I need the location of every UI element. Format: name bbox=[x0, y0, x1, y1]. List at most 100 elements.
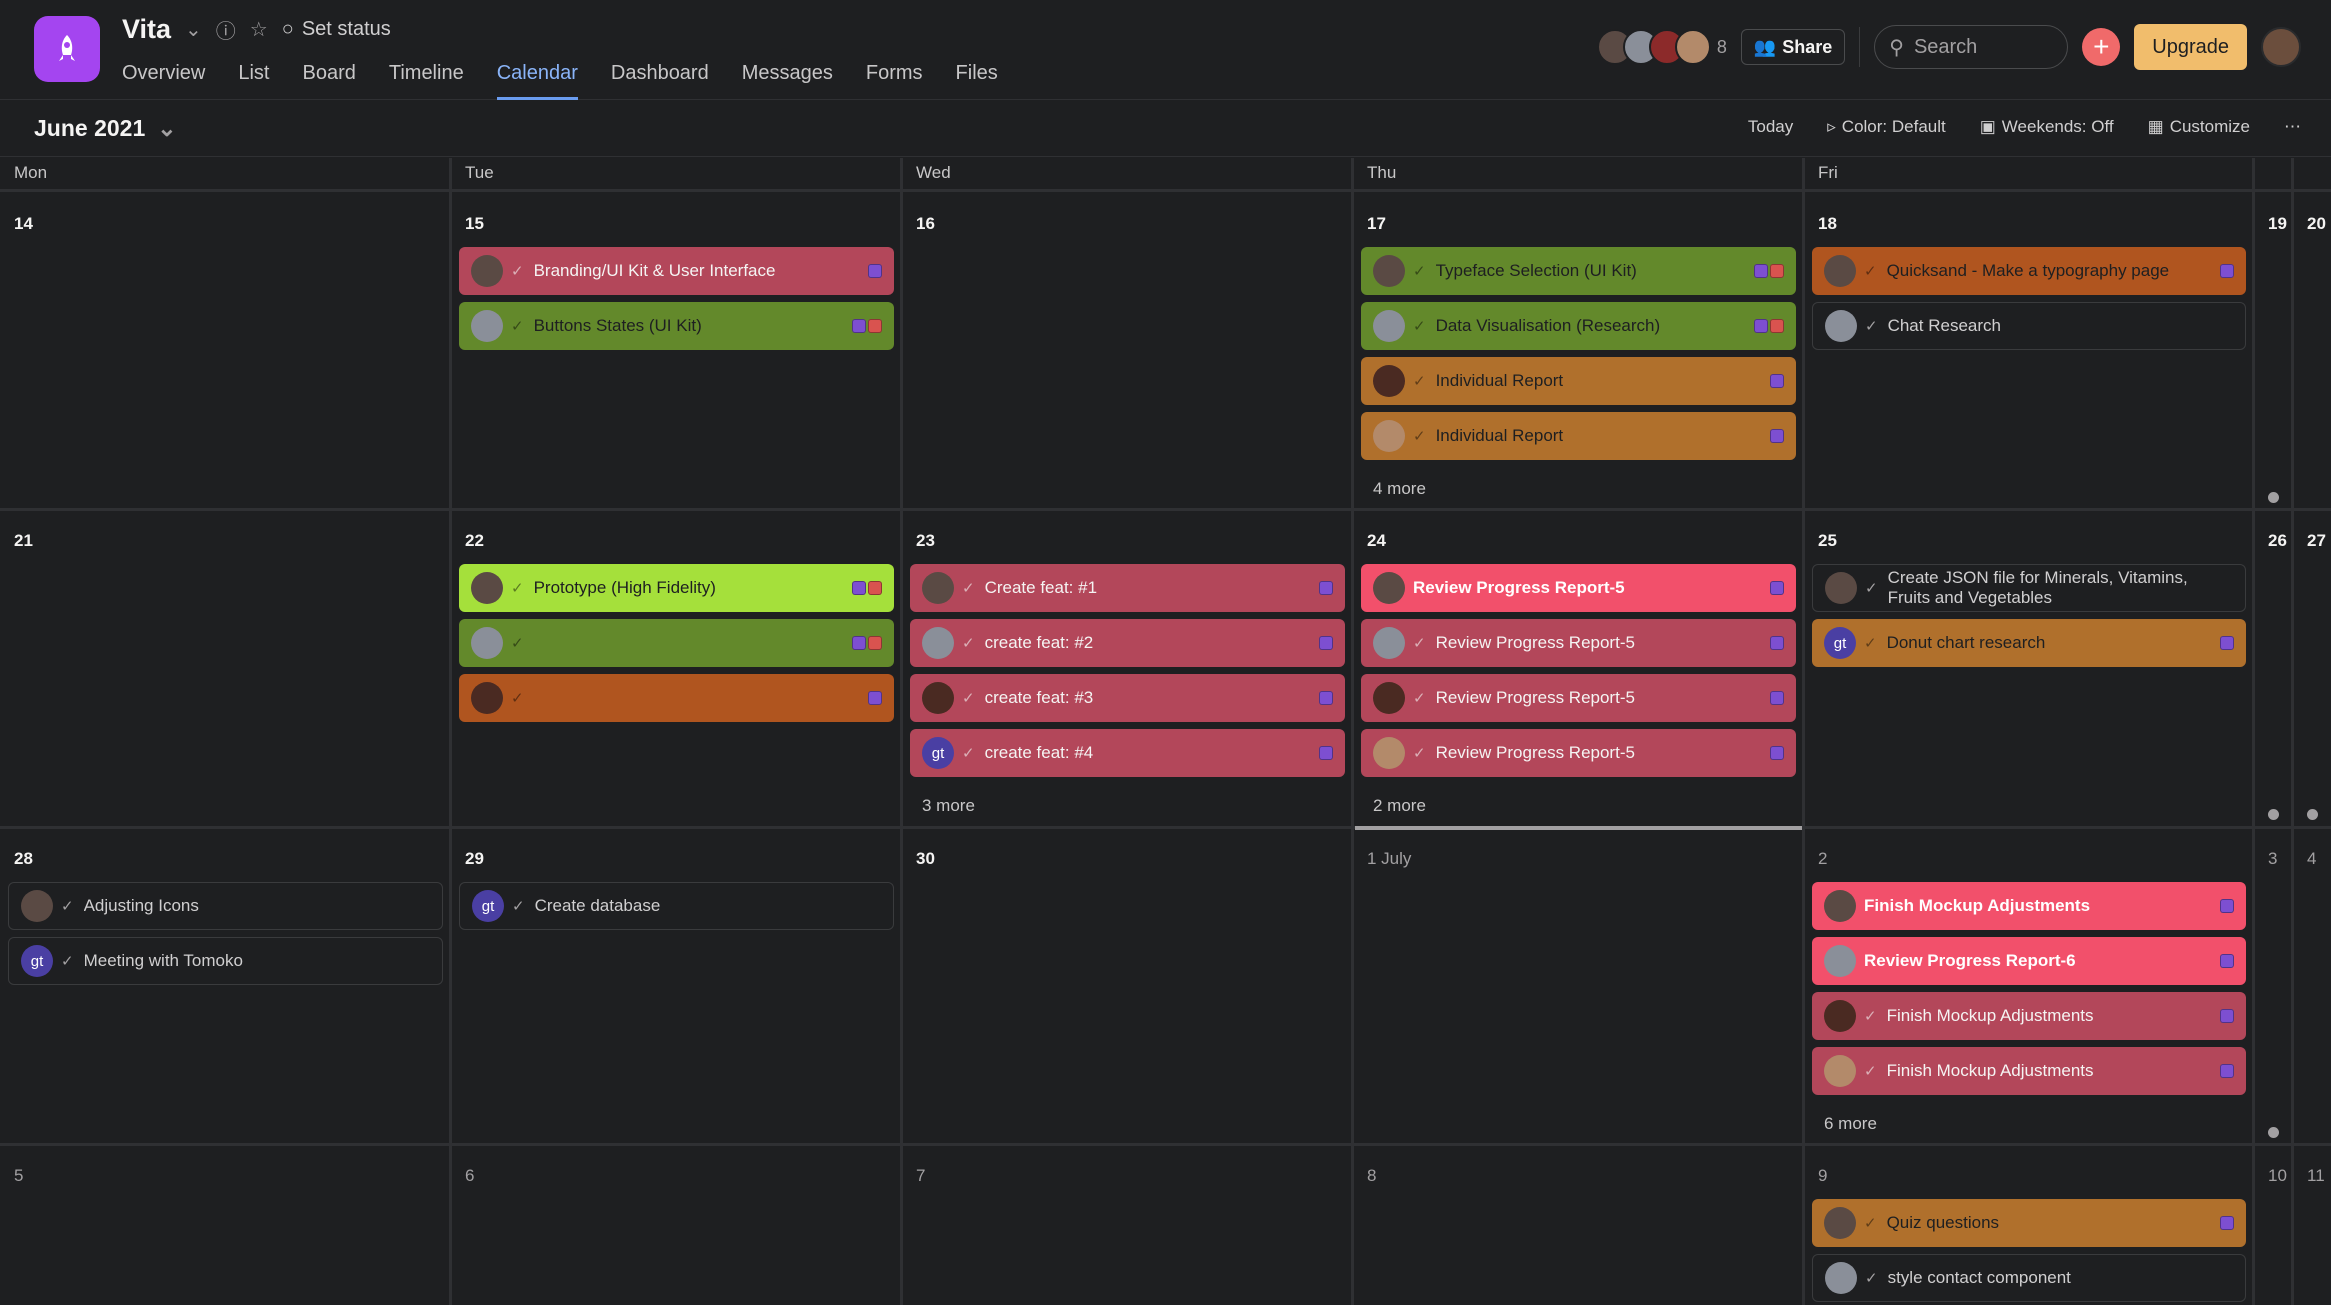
tab-board[interactable]: Board bbox=[302, 60, 355, 100]
check-icon[interactable]: ✓ bbox=[1413, 689, 1426, 707]
avatar bbox=[1373, 627, 1405, 659]
date-label: 14 bbox=[14, 214, 33, 233]
task-card[interactable]: gt ✓ create feat: #4 bbox=[910, 729, 1345, 777]
more-options-icon[interactable]: ⋯ bbox=[2284, 117, 2301, 137]
tab-overview[interactable]: Overview bbox=[122, 60, 205, 100]
check-icon[interactable]: ✓ bbox=[1413, 262, 1426, 280]
task-card[interactable]: ✓ Review Progress Report-5 bbox=[1361, 674, 1796, 722]
task-card[interactable]: Review Progress Report-5 bbox=[1361, 564, 1796, 612]
more-link[interactable]: 4 more bbox=[1373, 479, 1426, 499]
check-icon[interactable]: ✓ bbox=[1864, 1007, 1877, 1025]
weekend-task-dot[interactable] bbox=[2268, 1127, 2279, 1138]
check-icon[interactable]: ✓ bbox=[962, 689, 975, 707]
check-icon[interactable]: ✓ bbox=[962, 634, 975, 652]
check-icon[interactable]: ✓ bbox=[1413, 634, 1426, 652]
task-card[interactable]: ✓ Review Progress Report-5 bbox=[1361, 729, 1796, 777]
task-card[interactable]: ✓ Typeface Selection (UI Kit) bbox=[1361, 247, 1796, 295]
task-card[interactable]: gt ✓ Meeting with Tomoko bbox=[8, 937, 443, 985]
color-button[interactable]: ▹ Color: Default bbox=[1827, 117, 1945, 137]
task-card[interactable]: ✓ Create feat: #1 bbox=[910, 564, 1345, 612]
task-card[interactable]: ✓ Quicksand - Make a typography page bbox=[1812, 247, 2246, 295]
chevron-down-icon[interactable]: ⌄ bbox=[185, 17, 202, 42]
check-icon[interactable]: ✓ bbox=[1864, 1062, 1877, 1080]
tab-forms[interactable]: Forms bbox=[866, 60, 923, 100]
info-icon[interactable]: ⓘ bbox=[216, 15, 236, 44]
upgrade-button[interactable]: Upgrade bbox=[2134, 24, 2247, 70]
task-card[interactable]: ✓ Quiz questions bbox=[1812, 1199, 2246, 1247]
task-card[interactable]: ✓ create feat: #2 bbox=[910, 619, 1345, 667]
check-icon[interactable]: ✓ bbox=[61, 897, 74, 915]
month-selector[interactable]: June 2021 ⌄ bbox=[34, 115, 177, 142]
check-icon[interactable]: ✓ bbox=[1413, 372, 1426, 390]
task-card[interactable]: ✓ Branding/UI Kit & User Interface bbox=[459, 247, 894, 295]
share-button[interactable]: 👥 Share bbox=[1740, 29, 1846, 65]
check-icon[interactable]: ✓ bbox=[1413, 427, 1426, 445]
check-icon[interactable]: ✓ bbox=[511, 317, 524, 335]
weekend-task-dot[interactable] bbox=[2268, 492, 2279, 503]
weekend-task-dot[interactable] bbox=[2268, 809, 2279, 820]
task-card[interactable]: Finish Mockup Adjustments bbox=[1812, 882, 2246, 930]
tab-timeline[interactable]: Timeline bbox=[389, 60, 464, 100]
check-icon[interactable]: ✓ bbox=[1413, 744, 1426, 762]
today-indicator bbox=[1355, 826, 1802, 830]
check-icon[interactable]: ✓ bbox=[512, 897, 525, 915]
check-icon[interactable]: ✓ bbox=[511, 262, 524, 280]
task-label: Create feat: #1 bbox=[984, 578, 1098, 597]
tab-list[interactable]: List bbox=[238, 60, 269, 100]
tab-dashboard[interactable]: Dashboard bbox=[611, 60, 709, 100]
task-card[interactable]: ✓ bbox=[459, 674, 894, 722]
more-link[interactable]: 6 more bbox=[1824, 1114, 1877, 1134]
more-link[interactable]: 2 more bbox=[1373, 796, 1426, 816]
user-avatar[interactable] bbox=[2261, 27, 2301, 67]
task-card[interactable]: ✓ Prototype (High Fidelity) bbox=[459, 564, 894, 612]
task-card[interactable]: gt ✓ Create database bbox=[459, 882, 894, 930]
date-label: 11 bbox=[2307, 1166, 2325, 1185]
task-card[interactable]: ✓ Buttons States (UI Kit) bbox=[459, 302, 894, 350]
check-icon[interactable]: ✓ bbox=[1865, 579, 1878, 597]
check-icon[interactable]: ✓ bbox=[511, 579, 524, 597]
weekend-task-dot[interactable] bbox=[2307, 809, 2318, 820]
task-card[interactable]: gt ✓ Donut chart research bbox=[1812, 619, 2246, 667]
task-card[interactable]: ✓ style contact component bbox=[1812, 1254, 2246, 1302]
task-card[interactable]: ✓ Finish Mockup Adjustments bbox=[1812, 1047, 2246, 1095]
check-icon[interactable]: ✓ bbox=[61, 952, 74, 970]
tag-swatch bbox=[1770, 691, 1784, 705]
task-card[interactable]: ✓ Finish Mockup Adjustments bbox=[1812, 992, 2246, 1040]
tab-files[interactable]: Files bbox=[956, 60, 998, 100]
star-icon[interactable]: ☆ bbox=[250, 17, 268, 42]
avatar: gt bbox=[1824, 627, 1856, 659]
check-icon[interactable]: ✓ bbox=[511, 689, 524, 707]
project-name[interactable]: Vita bbox=[122, 14, 171, 45]
tab-calendar[interactable]: Calendar bbox=[496, 60, 578, 100]
task-card[interactable]: ✓ Individual Report bbox=[1361, 357, 1796, 405]
member-avatars[interactable]: 8 bbox=[1596, 29, 1727, 65]
more-link[interactable]: 3 more bbox=[922, 796, 975, 816]
task-card[interactable]: ✓ Chat Research bbox=[1812, 302, 2246, 350]
task-card[interactable]: ✓ Create JSON file for Minerals, Vitamins… bbox=[1812, 564, 2246, 612]
check-icon[interactable]: ✓ bbox=[962, 744, 975, 762]
customize-button[interactable]: ▦ Customize bbox=[2148, 117, 2250, 137]
tab-messages[interactable]: Messages bbox=[742, 60, 833, 100]
task-card[interactable]: ✓ create feat: #3 bbox=[910, 674, 1345, 722]
check-icon[interactable]: ✓ bbox=[1865, 317, 1878, 335]
set-status-button[interactable]: ○ Set status bbox=[282, 18, 391, 41]
check-icon[interactable]: ✓ bbox=[962, 579, 975, 597]
weekends-button[interactable]: ▣ Weekends: Off bbox=[1980, 117, 2114, 137]
check-icon[interactable]: ✓ bbox=[1864, 262, 1877, 280]
month-label: June 2021 bbox=[34, 115, 146, 141]
task-card[interactable]: ✓ Individual Report bbox=[1361, 412, 1796, 460]
task-card[interactable]: ✓ Adjusting Icons bbox=[8, 882, 443, 930]
search-input[interactable]: ⚲ Search bbox=[1874, 25, 2069, 69]
quick-add-button[interactable]: + bbox=[2082, 28, 2121, 66]
today-button[interactable]: Today bbox=[1748, 117, 1793, 137]
task-card[interactable]: Review Progress Report-6 bbox=[1812, 937, 2246, 985]
check-icon[interactable]: ✓ bbox=[1864, 634, 1877, 652]
check-icon[interactable]: ✓ bbox=[511, 634, 524, 652]
check-icon[interactable]: ✓ bbox=[1865, 1269, 1878, 1287]
task-card[interactable]: ✓ Data Visualisation (Research) bbox=[1361, 302, 1796, 350]
project-logo-icon[interactable] bbox=[34, 16, 100, 82]
check-icon[interactable]: ✓ bbox=[1864, 1214, 1877, 1232]
check-icon[interactable]: ✓ bbox=[1413, 317, 1426, 335]
task-card[interactable]: ✓ bbox=[459, 619, 894, 667]
task-card[interactable]: ✓ Review Progress Report-5 bbox=[1361, 619, 1796, 667]
